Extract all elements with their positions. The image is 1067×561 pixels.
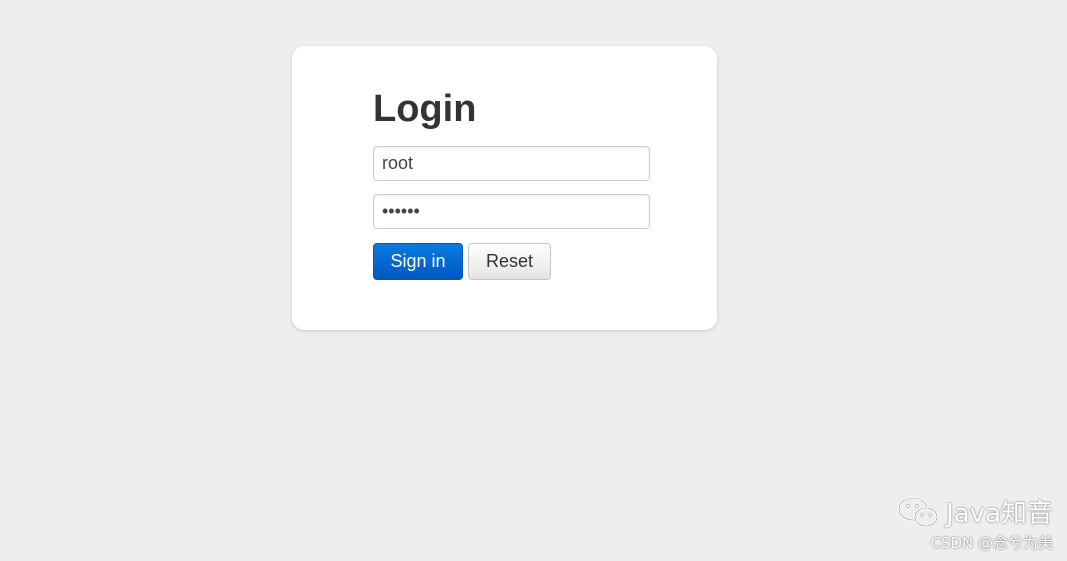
sign-in-button[interactable]: Sign in — [373, 243, 463, 280]
username-input[interactable] — [373, 146, 650, 181]
watermark: Java知音 CSDN @念兮为美 — [896, 493, 1053, 553]
watermark-brand: Java知音 — [946, 499, 1053, 529]
wechat-icon — [897, 496, 939, 527]
reset-button[interactable]: Reset — [468, 243, 551, 280]
password-input[interactable] — [373, 194, 650, 229]
watermark-credit: CSDN @念兮为美 — [930, 534, 1053, 552]
login-title: Login — [373, 88, 477, 130]
login-card: Login Sign in Reset — [292, 46, 717, 330]
